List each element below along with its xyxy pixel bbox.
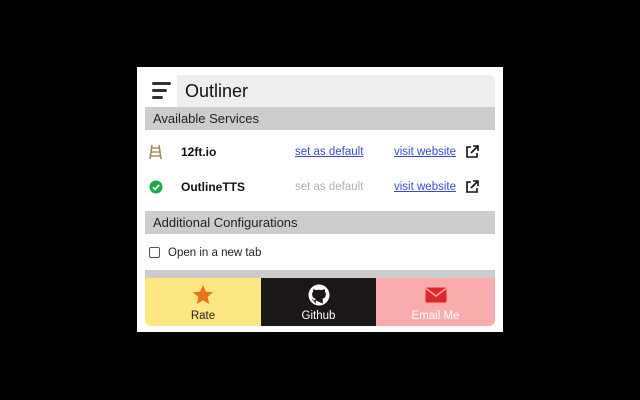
app-title: Outliner [185, 81, 249, 101]
outliner-popup: Outliner Available Services 12ft.io set … [137, 67, 503, 332]
service-row-outlinetts: OutlineTTS set as default visit website [145, 170, 495, 204]
visit-website-link[interactable]: visit website [394, 135, 456, 169]
services-heading: Available Services [145, 107, 495, 130]
github-button[interactable]: Github [261, 278, 376, 326]
footer-actions: Rate Github Email Me [145, 278, 495, 326]
email-button[interactable]: Email Me [376, 278, 495, 326]
envelope-icon [425, 287, 446, 303]
ladder-icon [149, 144, 162, 160]
rate-label: Rate [190, 310, 216, 322]
set-default-link-disabled: set as default [295, 181, 364, 193]
header-bar: Outliner [145, 75, 495, 107]
star-icon [193, 285, 213, 304]
service-row-12ft: 12ft.io set as default visit website [145, 135, 495, 169]
config-heading: Additional Configurations [145, 211, 495, 234]
github-label: Github [301, 310, 336, 322]
service-name: OutlineTTS [181, 180, 245, 194]
github-icon [308, 284, 329, 306]
service-name: 12ft.io [181, 145, 217, 159]
open-new-tab-label: Open in a new tab [168, 247, 262, 259]
menu-button[interactable] [145, 75, 177, 107]
rate-button[interactable]: Rate [145, 278, 261, 326]
external-link-icon[interactable] [465, 180, 479, 194]
email-label: Email Me [411, 310, 460, 322]
external-link-icon[interactable] [465, 145, 479, 159]
set-default-link[interactable]: set as default [295, 135, 363, 169]
open-new-tab-checkbox[interactable] [149, 247, 160, 258]
footer-divider [145, 270, 495, 278]
visit-website-link[interactable]: visit website [394, 170, 456, 204]
check-circle-icon [149, 180, 163, 194]
